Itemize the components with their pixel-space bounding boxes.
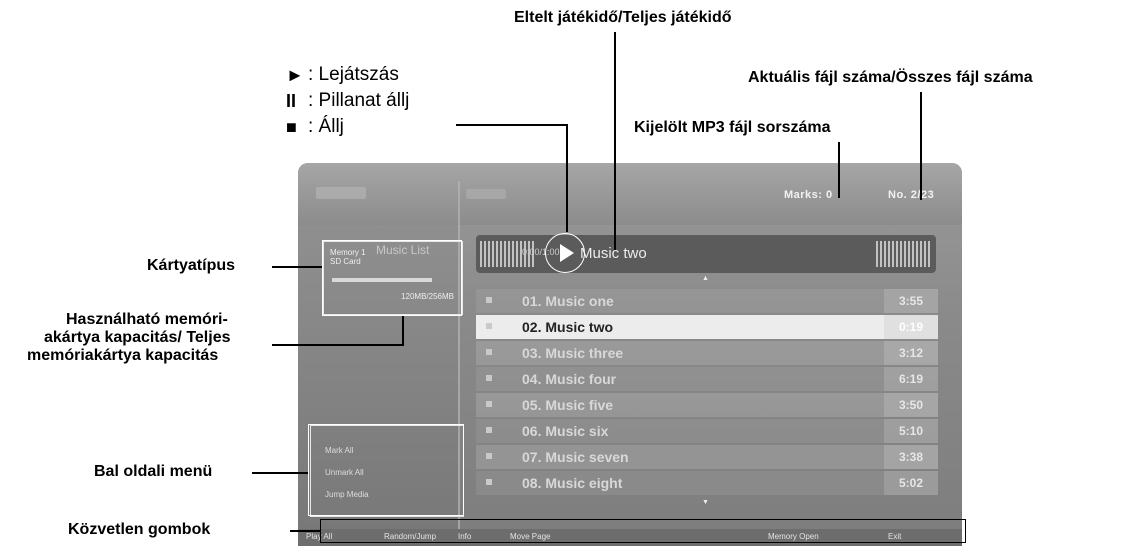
track-name: 05. Music five xyxy=(522,397,614,413)
track-mark-icon[interactable] xyxy=(486,323,492,329)
left-menu-label: Bal oldali menü xyxy=(94,463,213,480)
leader-card xyxy=(272,266,322,268)
track-row[interactable]: 06. Music six 5:10 xyxy=(476,419,938,443)
track-duration: 6:19 xyxy=(884,367,938,391)
usable-memory-label-1: Használható memóri- xyxy=(66,311,228,328)
usable-memory-label-2: akártya kapacitás/ Teljes xyxy=(44,329,231,346)
direct-buttons-outline xyxy=(320,519,966,543)
elapsed-total-label: Eltelt játékidő/Teljes játékidő xyxy=(514,9,732,26)
track-row[interactable]: 08. Music eight 5:02 xyxy=(476,471,938,495)
stop-icon: ■ xyxy=(286,117,297,137)
legend-stop: ■ : Állj xyxy=(286,114,409,140)
legend-stop-text: : Állj xyxy=(308,116,344,137)
leader-menu xyxy=(252,472,308,474)
track-mark-icon[interactable] xyxy=(486,349,492,355)
track-mark-icon[interactable] xyxy=(486,401,492,407)
track-name: 04. Music four xyxy=(522,371,617,387)
track-name: 07. Music seven xyxy=(522,449,629,465)
left-menu-outline xyxy=(308,424,464,516)
track-row[interactable]: 07. Music seven 3:38 xyxy=(476,445,938,469)
file-number: No. 2/23 xyxy=(888,189,935,201)
leader-selected xyxy=(838,142,840,198)
track-mark-icon[interactable] xyxy=(486,427,492,433)
legend-play-text: : Lejátszás xyxy=(308,64,399,85)
pause-icon: II xyxy=(286,91,297,111)
track-mark-icon[interactable] xyxy=(486,297,492,303)
top-left-tab xyxy=(316,187,366,199)
play-status-icon xyxy=(560,244,574,262)
leader-memory-h xyxy=(272,344,404,346)
track-duration: 5:10 xyxy=(884,419,938,443)
track-mark-icon[interactable] xyxy=(486,375,492,381)
track-name: 06. Music six xyxy=(522,423,609,439)
scroll-down-icon[interactable]: ▼ xyxy=(702,499,709,506)
selected-mp3-label: Kijelölt MP3 fájl sorszáma xyxy=(634,119,831,136)
legend-pause-text: : Pillanat állj xyxy=(308,90,410,111)
track-row[interactable]: 01. Music one 3:55 xyxy=(476,289,938,313)
track-duration: 3:12 xyxy=(884,341,938,365)
leader-stop-v xyxy=(566,124,568,232)
top-mid-tab xyxy=(466,189,506,199)
leader-buttons xyxy=(290,530,320,532)
card-type-outline xyxy=(322,240,462,316)
top-bar: Marks: 0 No. 2/23 xyxy=(298,163,962,225)
leader-elapsed xyxy=(614,32,616,250)
track-row[interactable]: 04. Music four 6:19 xyxy=(476,367,938,391)
track-row[interactable]: 03. Music three 3:12 xyxy=(476,341,938,365)
current-total-files-label: Aktuális fájl száma/Összes fájl száma xyxy=(748,69,1033,86)
track-duration: 3:38 xyxy=(884,445,938,469)
track-name: 01. Music one xyxy=(522,293,614,309)
card-type-label: Kártyatípus xyxy=(147,257,236,274)
leader-memory-v xyxy=(402,316,404,346)
legend-play: ► : Lejátszás xyxy=(286,62,409,88)
legend-pause: II : Pillanat állj xyxy=(286,88,409,114)
track-name: 08. Music eight xyxy=(522,475,623,491)
play-icon: ► xyxy=(286,65,304,85)
track-row[interactable]: 05. Music five 3:50 xyxy=(476,393,938,417)
track-name: 02. Music two xyxy=(522,319,614,335)
equalizer-right xyxy=(876,241,932,267)
symbol-legend: ► : Lejátszás II : Pillanat állj ■ : Áll… xyxy=(286,62,409,140)
track-mark-icon[interactable] xyxy=(486,479,492,485)
track-mark-icon[interactable] xyxy=(486,453,492,459)
usable-memory-label-3: memóriakártya kapacitás xyxy=(27,347,219,364)
leader-stop-h xyxy=(456,124,568,126)
direct-buttons-label: Közvetlen gombok xyxy=(68,521,211,538)
track-duration: 5:02 xyxy=(884,471,938,495)
track-duration: 0:19 xyxy=(884,315,938,339)
track-duration: 3:55 xyxy=(884,289,938,313)
track-duration: 3:50 xyxy=(884,393,938,417)
marks-count: Marks: 0 xyxy=(784,189,833,201)
track-row-selected[interactable]: 02. Music two 0:19 xyxy=(476,315,938,339)
scroll-up-icon[interactable]: ▲ xyxy=(702,275,709,282)
track-name: 03. Music three xyxy=(522,345,624,361)
leader-files xyxy=(920,92,922,200)
